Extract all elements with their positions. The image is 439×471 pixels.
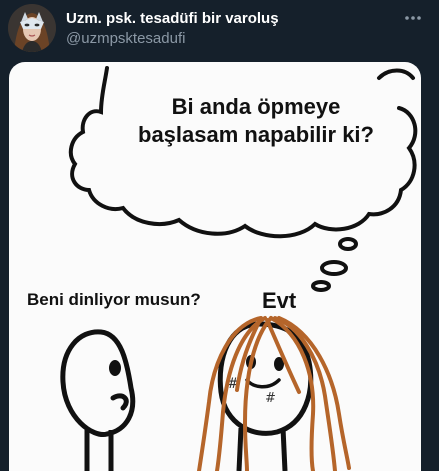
reply-text-right: Evt	[262, 288, 297, 313]
meme-illustration: Bi anda öpmeye başlasam napabilir ki? Be…	[27, 66, 418, 471]
svg-text:#: #	[265, 391, 276, 406]
masked-woman-avatar-icon	[8, 4, 56, 52]
thought-bubble-medium	[320, 260, 348, 276]
thought-bubble-small	[311, 280, 331, 292]
more-options-button[interactable]	[401, 8, 425, 28]
user-handle[interactable]: @uzmpsktesadufi	[66, 29, 279, 49]
thought-bubble-large	[338, 237, 358, 251]
tweet-media-image[interactable]: Bi anda öpmeye başlasam napabilir ki? Be…	[9, 62, 421, 471]
tweet-author: Uzm. psk. tesadüfi bir varoluş @uzmpskte…	[66, 9, 279, 49]
speech-text-left: Beni dinliyor musun?	[27, 290, 201, 309]
thought-text-line-2: başlasam napabilir ki?	[138, 122, 374, 147]
more-options-icon	[405, 16, 421, 20]
tweet-header: Uzm. psk. tesadüfi bir varoluş @uzmpskte…	[0, 0, 439, 60]
thought-text-line-1: Bi anda öpmeye	[172, 94, 341, 119]
avatar[interactable]	[8, 4, 56, 52]
left-character	[60, 329, 136, 471]
display-name[interactable]: Uzm. psk. tesadüfi bir varoluş	[66, 9, 279, 29]
